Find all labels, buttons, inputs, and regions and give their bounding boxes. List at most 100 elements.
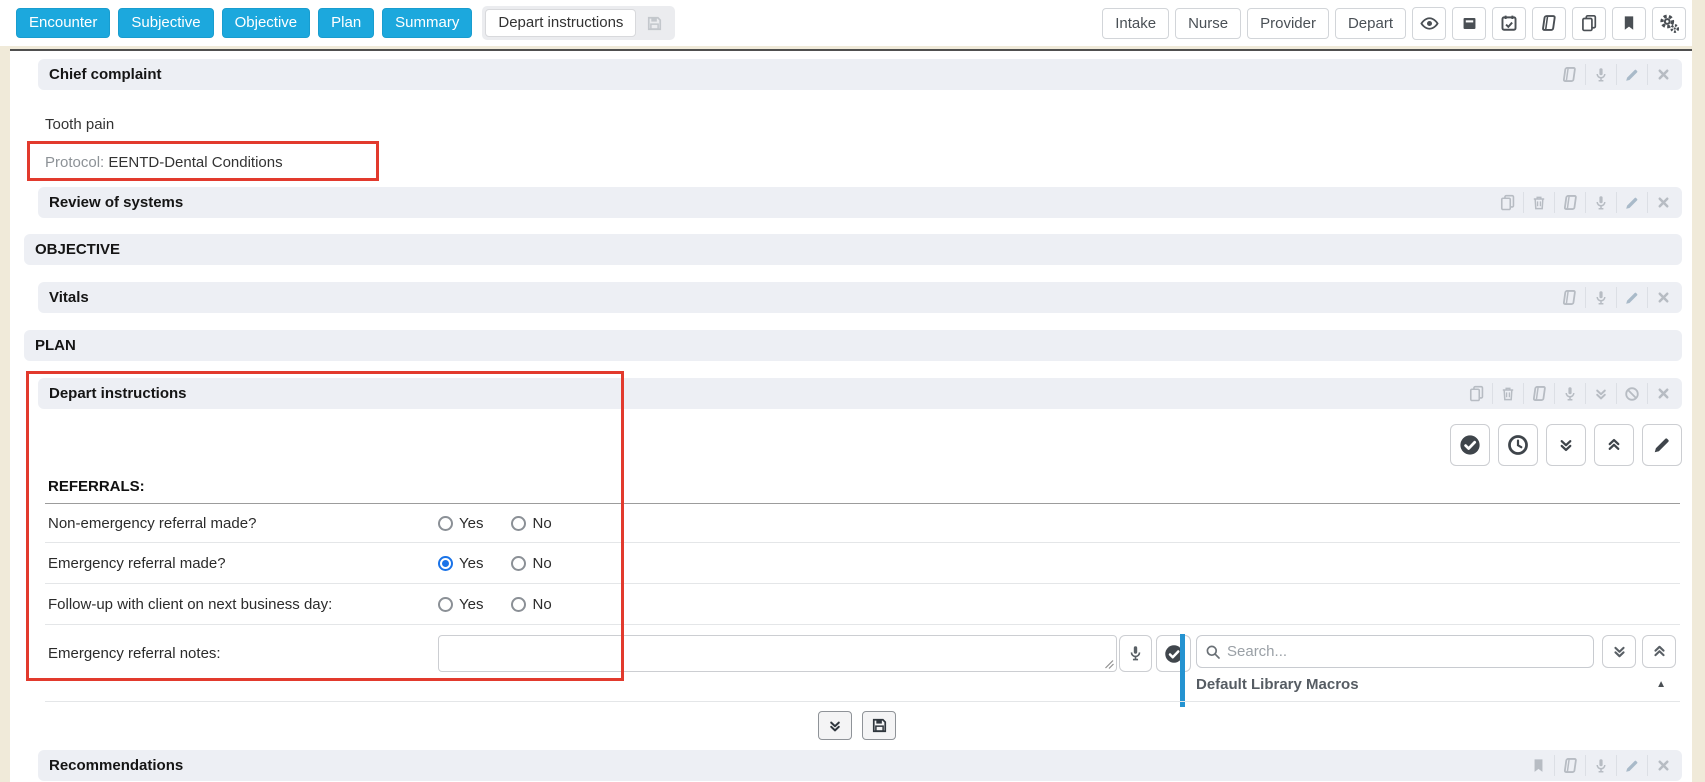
section-bar-recommendations[interactable]: Recommendations (38, 750, 1682, 781)
microphone-icon[interactable] (1585, 64, 1616, 85)
chevron-double-down-icon[interactable] (1585, 383, 1616, 404)
ban-icon[interactable] (1616, 383, 1647, 404)
pencil-icon[interactable] (1616, 287, 1647, 308)
collapse-note-button[interactable] (818, 711, 852, 740)
nav-plan-button[interactable]: Plan (318, 8, 374, 38)
clock-button[interactable] (1498, 424, 1538, 466)
pencil-icon[interactable] (1616, 64, 1647, 85)
section-bar-objective[interactable]: OBJECTIVE (24, 234, 1682, 265)
microphone-icon[interactable] (1585, 287, 1616, 308)
field-label: Emergency referral notes: (48, 645, 221, 662)
book-icon[interactable] (1523, 383, 1554, 404)
radio-no-label: No (532, 555, 551, 572)
close-icon[interactable] (1647, 287, 1678, 308)
book-icon[interactable] (1554, 192, 1585, 213)
section-title: Chief complaint (49, 66, 162, 83)
pencil-icon[interactable] (1616, 755, 1647, 776)
chief-complaint-actions (1554, 64, 1678, 85)
microphone-icon[interactable] (1554, 383, 1585, 404)
section-title: Depart instructions (49, 385, 187, 402)
section-bar-depart-instructions[interactable]: Depart instructions (38, 378, 1682, 409)
protocol-label: Protocol: (45, 154, 104, 171)
section-bar-review-of-systems[interactable]: Review of systems (38, 187, 1682, 218)
nav-button-group: Encounter Subjective Objective Plan Summ… (16, 8, 472, 38)
close-icon[interactable] (1647, 192, 1678, 213)
pencil-icon[interactable] (1616, 192, 1647, 213)
bookmark-icon[interactable] (1612, 7, 1646, 40)
microphone-icon[interactable] (1585, 192, 1616, 213)
depart-toolbar (1450, 424, 1682, 466)
section-bar-vitals[interactable]: Vitals (38, 282, 1682, 313)
save-title-icon[interactable] (636, 9, 672, 37)
row-divider (45, 583, 1680, 584)
macros-expand-all-button[interactable] (1602, 635, 1636, 668)
intake-button[interactable]: Intake (1102, 8, 1169, 39)
copy-icon[interactable] (1572, 7, 1606, 40)
depart-button[interactable]: Depart (1335, 8, 1406, 39)
nav-summary-button[interactable]: Summary (382, 8, 472, 38)
section-title-field[interactable]: Depart instructions (485, 9, 636, 37)
radio-no[interactable] (511, 556, 526, 571)
calendar-check-icon[interactable] (1492, 7, 1526, 40)
book-icon[interactable] (1554, 287, 1585, 308)
close-icon[interactable] (1647, 64, 1678, 85)
trash-icon[interactable] (1492, 383, 1523, 404)
radio-no-label: No (532, 596, 551, 613)
close-icon[interactable] (1647, 755, 1678, 776)
book-icon[interactable] (1532, 7, 1566, 40)
resize-grip-icon[interactable] (1104, 659, 1114, 669)
referrals-heading: REFERRALS: (48, 478, 145, 495)
book-icon[interactable] (1554, 64, 1585, 85)
field-label: Follow-up with client on next business d… (48, 596, 332, 613)
close-icon[interactable] (1647, 383, 1678, 404)
save-note-button[interactable] (862, 711, 896, 740)
radio-yes-label: Yes (459, 596, 483, 613)
copy-icon[interactable] (1492, 192, 1523, 213)
gears-icon[interactable] (1652, 7, 1686, 40)
microphone-button[interactable] (1119, 635, 1152, 672)
radio-no-label: No (532, 515, 551, 532)
emergency-referral-notes-input[interactable] (439, 636, 1116, 671)
bookmark-icon[interactable] (1523, 755, 1554, 776)
section-title: Recommendations (49, 757, 183, 774)
section-bar-chief-complaint[interactable]: Chief complaint (38, 59, 1682, 90)
vitals-actions (1554, 287, 1678, 308)
microphone-icon[interactable] (1585, 755, 1616, 776)
field-label: Emergency referral made? (48, 555, 226, 572)
section-bar-plan[interactable]: PLAN (24, 330, 1682, 361)
macros-header[interactable]: Default Library Macros ▲ (1196, 668, 1666, 701)
review-of-systems-actions (1492, 192, 1678, 213)
protocol-value: EENTD-Dental Conditions (108, 154, 282, 171)
macros-collapse-all-button[interactable] (1642, 635, 1676, 668)
confirm-notes-button[interactable] (1156, 635, 1191, 672)
chevron-double-down-button[interactable] (1546, 424, 1586, 466)
copy-icon[interactable] (1461, 383, 1492, 404)
radio-no[interactable] (511, 597, 526, 612)
macro-search-input[interactable] (1227, 643, 1585, 660)
nurse-button[interactable]: Nurse (1175, 8, 1241, 39)
archive-icon[interactable] (1452, 7, 1486, 40)
note-bottom-buttons (818, 711, 896, 740)
collapse-arrow-icon[interactable]: ▲ (1656, 679, 1666, 690)
search-icon (1205, 644, 1221, 660)
nav-subjective-button[interactable]: Subjective (118, 8, 213, 38)
chevron-double-up-button[interactable] (1594, 424, 1634, 466)
radio-group-non-emergency: Yes No (438, 515, 574, 532)
eye-icon[interactable] (1412, 7, 1446, 40)
book-icon[interactable] (1554, 755, 1585, 776)
provider-button[interactable]: Provider (1247, 8, 1329, 39)
depart-actions (1461, 383, 1678, 404)
pencil-button[interactable] (1642, 424, 1682, 466)
macros-header-label: Default Library Macros (1196, 676, 1359, 693)
radio-no[interactable] (511, 516, 526, 531)
check-circle-button[interactable] (1450, 424, 1490, 466)
encounter-note-panel: Chief complaint Tooth pain Protocol: EEN… (10, 49, 1692, 782)
radio-yes[interactable] (438, 597, 453, 612)
section-title: PLAN (35, 337, 76, 354)
radio-yes[interactable] (438, 516, 453, 531)
chief-complaint-note: Tooth pain (45, 116, 114, 133)
nav-objective-button[interactable]: Objective (222, 8, 311, 38)
trash-icon[interactable] (1523, 192, 1554, 213)
radio-yes[interactable] (438, 556, 453, 571)
nav-encounter-button[interactable]: Encounter (16, 8, 110, 38)
